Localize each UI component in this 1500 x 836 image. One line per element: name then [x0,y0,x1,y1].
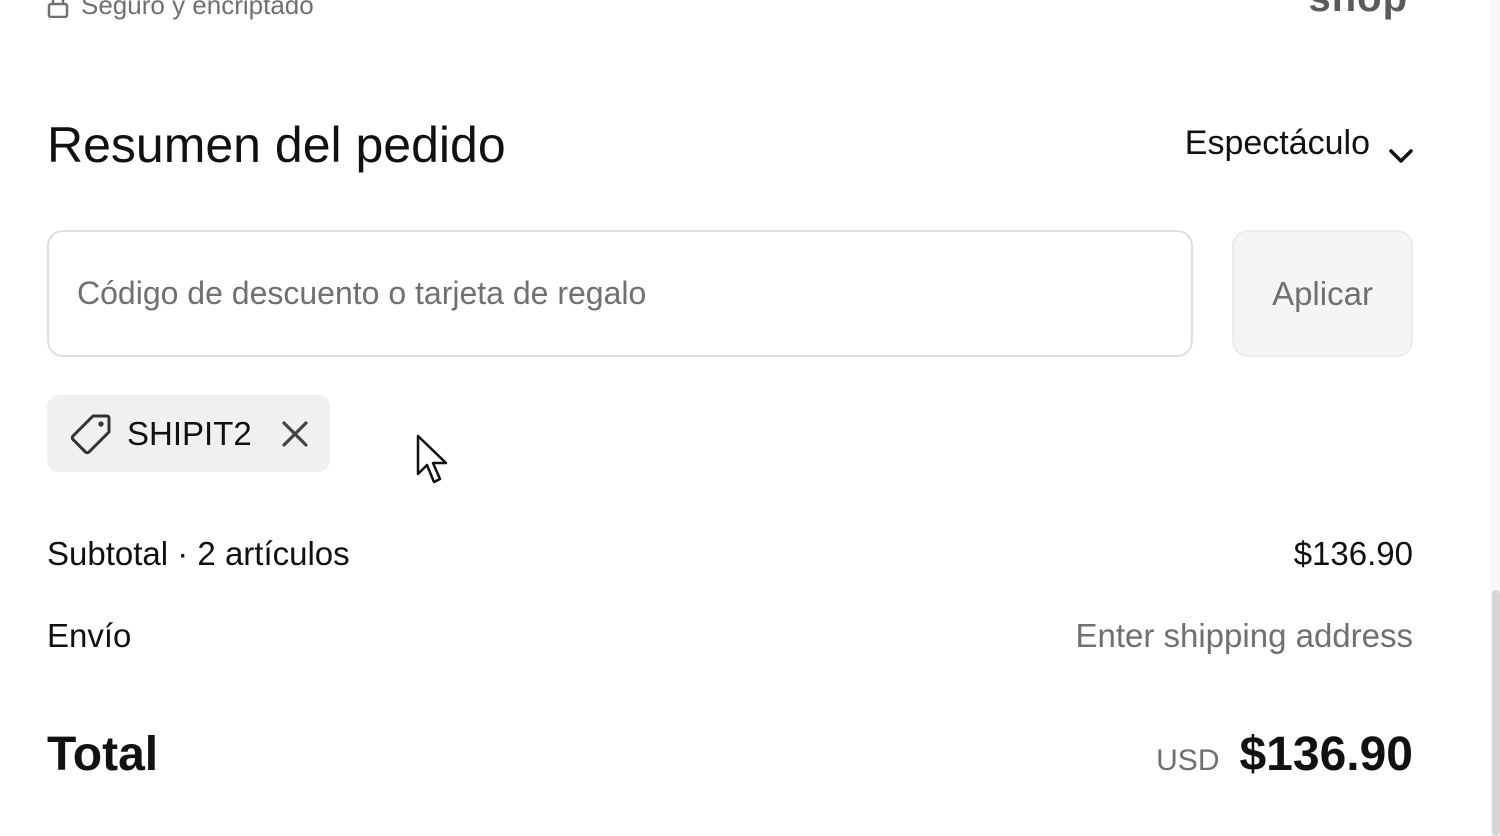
total-row: Total USD $136.90 [47,727,1413,782]
tag-icon [69,412,113,456]
subtotal-label: Subtotal · 2 artículos [47,535,350,572]
secure-note: Seguro y encriptado [47,0,314,21]
shipping-value: Enter shipping address [1075,617,1413,654]
total-label: Total [47,728,159,781]
applied-discount-chip: SHIPIT2 [47,395,330,472]
order-summary-title: Resumen del pedido [47,117,506,173]
shipping-label: Envío [47,617,132,654]
subtotal-value: $136.90 [1293,535,1413,572]
lock-icon [47,0,69,18]
total-amount: USD $136.90 [1156,727,1413,782]
remove-discount-button[interactable] [278,417,312,451]
currency-code: USD [1156,744,1220,777]
applied-discount-code: SHIPIT2 [127,414,252,452]
show-summary-toggle[interactable]: Espectáculo [1185,124,1414,163]
mouse-cursor-icon [416,434,448,484]
apply-discount-button[interactable]: Aplicar [1232,230,1413,357]
chevron-down-icon [1388,135,1414,163]
checkout-summary-page: Seguro y encriptado shop Resumen del ped… [0,0,1500,836]
close-icon [280,419,310,449]
secure-note-text: Seguro y encriptado [81,0,314,20]
shop-brand-logo: shop [1308,0,1408,21]
scrollbar-thumb[interactable] [1492,590,1500,836]
total-value: $136.90 [1239,728,1413,781]
subtotal-row: Subtotal · 2 artículos $136.90 [47,535,1413,573]
discount-code-input[interactable] [47,230,1193,357]
show-summary-label: Espectáculo [1184,124,1370,162]
shipping-row: Envío Enter shipping address [47,617,1413,655]
